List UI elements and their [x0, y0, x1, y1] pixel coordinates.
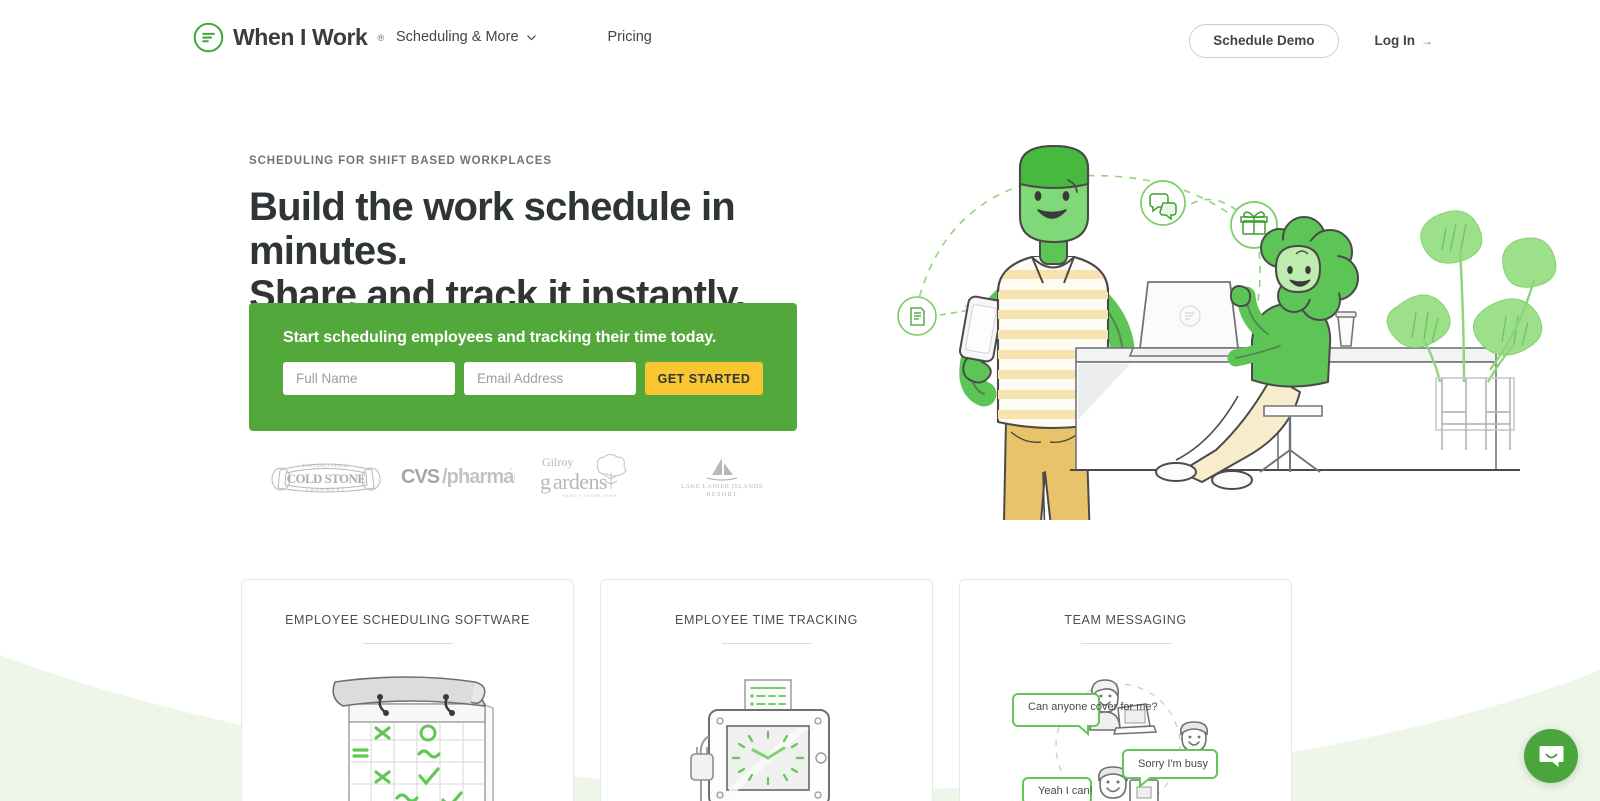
email-input[interactable] — [464, 362, 636, 395]
client-logo-strip: Everybody's Favorite COLD STONE CREAMERY… — [260, 452, 788, 500]
svg-text:CREAMERY: CREAMERY — [306, 488, 346, 493]
title-divider — [721, 643, 812, 644]
intercom-chat-launcher[interactable] — [1524, 729, 1578, 783]
primary-navigation: Scheduling & More Pricing — [396, 29, 652, 45]
login-link[interactable]: Log In → — [1375, 33, 1434, 48]
gilroy-gardens-logo: Gilroy g ardens FAMILY THEME PARK — [524, 452, 656, 500]
nav-item-label: Scheduling & More — [396, 29, 519, 45]
signup-form-panel: Start scheduling employees and tracking … — [249, 303, 797, 431]
svg-text:CVS: CVS — [401, 466, 440, 488]
headline-line-1: Build the work schedule in minutes. — [249, 185, 736, 273]
hero-eyebrow: SCHEDULING FOR SHIFT BASED WORKPLACES — [249, 155, 552, 167]
nav-item-pricing[interactable]: Pricing — [608, 29, 652, 45]
feature-card-employee-scheduling-software[interactable]: EMPLOYEE SCHEDULING SOFTWARE — [241, 579, 574, 801]
login-label: Log In — [1374, 33, 1416, 49]
hero-section: SCHEDULING FOR SHIFT BASED WORKPLACES Bu… — [0, 0, 1600, 560]
svg-text:Gilroy: Gilroy — [542, 455, 573, 469]
smiling-message-bubble-icon — [1539, 745, 1563, 767]
signup-title: Start scheduling employees and tracking … — [283, 329, 717, 346]
arrow-right-icon: → — [1421, 33, 1433, 48]
logo-home-link[interactable]: When I Work ® — [193, 22, 384, 53]
nav-item-scheduling-and-more[interactable]: Scheduling & More — [396, 29, 537, 45]
hero-workplace-illustration — [880, 120, 1580, 520]
full-name-input[interactable] — [283, 362, 455, 395]
svg-text:FAMILY THEME PARK: FAMILY THEME PARK — [563, 493, 617, 498]
logo-wordmark: When I Work — [233, 24, 368, 50]
title-divider — [362, 643, 453, 644]
flip-calendar-illustration — [242, 676, 573, 801]
feature-card-team-messaging[interactable]: TEAM MESSAGING Can anyone cover for me? … — [959, 579, 1292, 801]
cvs-pharmacy-logo: CVS /pharmacy ˚ — [392, 452, 524, 500]
signup-form: GET STARTED — [283, 362, 763, 395]
feature-cards: EMPLOYEE SCHEDULING SOFTWARE EMPLOYEE TI… — [241, 579, 1292, 801]
schedule-demo-button[interactable]: Schedule Demo — [1189, 24, 1339, 58]
chat-bubble-text-3: Yeah I can! — [1038, 785, 1093, 797]
nav-item-label: Pricing — [607, 29, 652, 45]
svg-text:˚: ˚ — [510, 468, 512, 476]
chat-badge — [1140, 180, 1186, 226]
landing-page: When I Work ® Scheduling & More Pricing S… — [0, 0, 1600, 801]
chat-bubble-text-2: Sorry I'm busy — [1138, 758, 1208, 770]
when-i-work-logo-icon — [193, 22, 224, 53]
svg-text:/pharmacy: /pharmacy — [442, 466, 515, 488]
header-actions: Schedule Demo Log In → — [1189, 24, 1433, 58]
svg-text:g: g — [540, 469, 551, 494]
feature-card-title: TEAM MESSAGING — [1064, 613, 1187, 627]
svg-text:RESORT: RESORT — [706, 491, 737, 498]
svg-text:Everybody's Favorite: Everybody's Favorite — [303, 464, 350, 469]
chat-bubble-text-1: Can anyone cover for me? — [1028, 701, 1158, 713]
feature-card-title: EMPLOYEE SCHEDULING SOFTWARE — [285, 613, 530, 627]
site-header: When I Work ® Scheduling & More Pricing S… — [0, 0, 1600, 78]
title-divider — [1080, 643, 1171, 644]
lake-lanier-islands-resort-logo: LAKE LANIER ISLANDS RESORT — [656, 452, 788, 500]
feature-card-employee-time-tracking[interactable]: EMPLOYEE TIME TRACKING — [600, 579, 933, 801]
chevron-down-icon — [526, 34, 536, 40]
svg-text:ardens: ardens — [553, 469, 607, 494]
get-started-button[interactable]: GET STARTED — [645, 362, 763, 395]
svg-text:COLD STONE: COLD STONE — [287, 471, 366, 486]
page-title: Build the work schedule in minutes. Shar… — [249, 185, 889, 317]
feature-card-title: EMPLOYEE TIME TRACKING — [675, 613, 858, 627]
registered-trademark-mark: ® — [377, 32, 385, 43]
hero-copy: SCHEDULING FOR SHIFT BASED WORKPLACES Bu… — [249, 155, 889, 317]
document-badge — [897, 296, 937, 336]
cold-stone-creamery-logo: Everybody's Favorite COLD STONE CREAMERY — [260, 452, 392, 500]
time-clock-illustration — [601, 676, 932, 801]
team-messaging-illustration: Can anyone cover for me? Sorry I'm busy … — [960, 676, 1291, 801]
svg-text:LAKE LANIER ISLANDS: LAKE LANIER ISLANDS — [681, 483, 763, 490]
